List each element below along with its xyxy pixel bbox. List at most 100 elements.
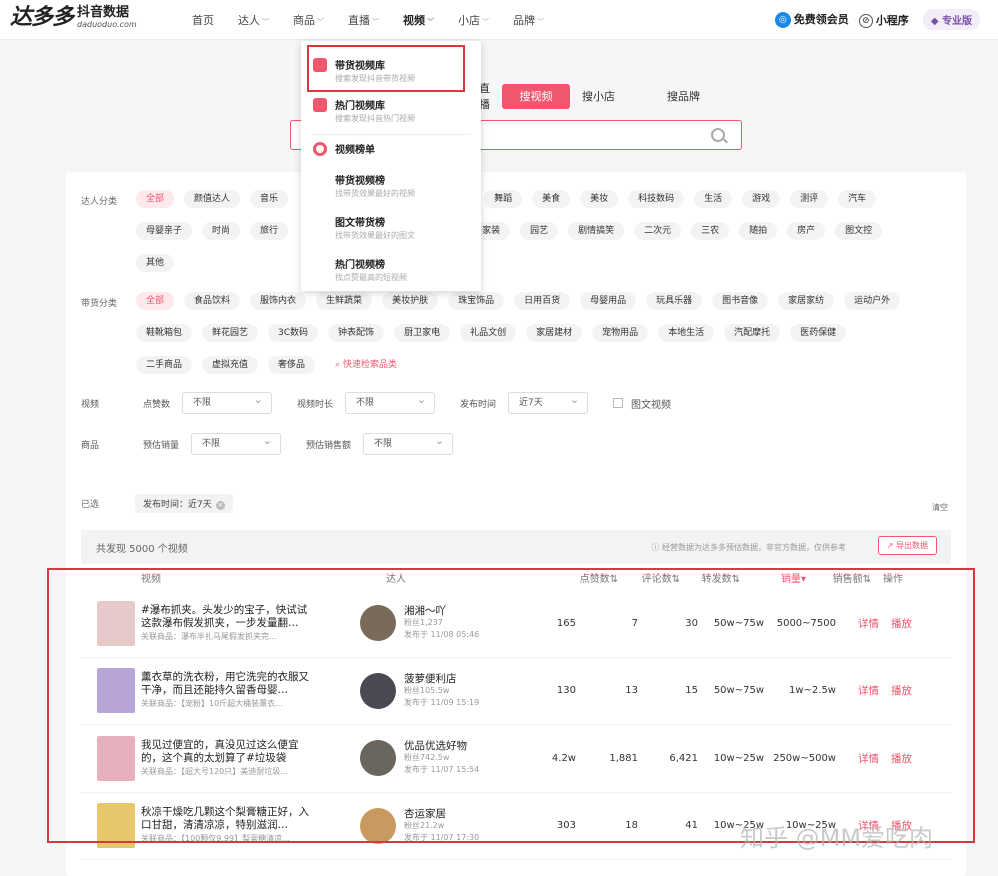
selected-chip[interactable]: 发布时间：近7天 × (135, 494, 233, 513)
nav-influencer[interactable]: 达人 ﹀ (238, 12, 269, 28)
link-icon: ⊘ (858, 13, 873, 28)
chevron-down-icon: ﹀ (537, 18, 544, 26)
category-tag[interactable]: 颜值达人 (184, 190, 241, 208)
nav-goods[interactable]: 商品 ﹀ (293, 12, 324, 28)
clear-filters-button[interactable]: 清空 (932, 502, 948, 513)
search-icon[interactable] (711, 128, 725, 142)
category-tag[interactable]: 家居家纺 (778, 292, 835, 310)
mini-program-link[interactable]: ⊘ 小程序 (858, 12, 909, 28)
goods-filter-row: 商品 预估销量 不限 预估销售额 不限 (81, 431, 478, 455)
chevron-down-icon: ﹀ (427, 18, 434, 26)
est-amount-select[interactable]: 不限 (363, 431, 454, 455)
category-tag[interactable]: 礼品文创 (460, 324, 517, 342)
medal-icon (313, 142, 327, 156)
category-tag[interactable]: 鲜花园艺 (202, 324, 259, 342)
category-tag[interactable]: 钟表配饰 (328, 324, 385, 342)
category-tag[interactable]: 图书音像 (712, 292, 769, 310)
annotation-box (307, 45, 465, 92)
tab-search-brand[interactable]: 搜品牌 (640, 88, 700, 104)
category-tag[interactable]: 服饰内衣 (250, 292, 307, 310)
tab-search-shop[interactable]: 搜小店 (582, 88, 640, 104)
quick-search-label: 快速检索品类 (342, 360, 397, 370)
goods-category-label: 带货分类 (81, 299, 118, 309)
category-tag[interactable]: 厨卫家电 (394, 324, 451, 342)
dropdown-item-title: 视频榜单 (335, 145, 375, 156)
category-tag[interactable]: 二手商品 (136, 356, 193, 374)
est-sales-select[interactable]: 不限 (191, 431, 282, 455)
free-member-link[interactable]: ◎ 免费领会员 (774, 11, 849, 28)
result-count: 共发现 5000 个视频 (96, 543, 188, 555)
likes-select[interactable]: 不限 (182, 390, 273, 414)
graphic-video-checkbox[interactable] (613, 398, 624, 408)
info-icon: ⓘ (651, 542, 660, 552)
tab-search-video[interactable]: 搜视频 (502, 83, 570, 109)
category-tag[interactable]: 房产 (787, 222, 826, 240)
category-tag[interactable]: 汽车 (838, 190, 877, 208)
category-tag[interactable]: 测评 (790, 190, 829, 208)
category-tag[interactable]: 美食 (532, 190, 571, 208)
nav-home[interactable]: 首页 (192, 12, 214, 28)
play-icon (313, 98, 327, 112)
category-tag[interactable]: 全部 (136, 292, 175, 310)
category-tag[interactable]: 生鲜蔬菜 (316, 292, 373, 310)
category-tag[interactable]: 随拍 (739, 222, 778, 240)
export-button[interactable]: ↗ 导出数据 (877, 536, 937, 555)
category-tag[interactable]: 剧情搞笑 (568, 222, 625, 240)
category-tag[interactable]: 日用百货 (514, 292, 571, 310)
category-tag[interactable]: 奢侈品 (268, 356, 316, 374)
category-tag[interactable]: 舞蹈 (484, 190, 523, 208)
category-tag[interactable]: 家居建材 (526, 324, 583, 342)
close-icon[interactable]: × (215, 501, 225, 510)
category-tag[interactable]: 二次元 (634, 222, 682, 240)
category-tag[interactable]: 全部 (136, 190, 175, 208)
category-tag[interactable]: 鞋靴箱包 (136, 324, 193, 342)
category-tag[interactable]: 美妆护肤 (382, 292, 439, 310)
pro-edition-badge[interactable]: ◆ 专业版 (922, 9, 980, 30)
dropdown-divider (311, 134, 471, 135)
duration-select[interactable]: 不限 (345, 390, 436, 414)
category-tag[interactable]: 母婴亲子 (136, 222, 193, 240)
category-tag[interactable]: 音乐 (250, 190, 289, 208)
publish-time-select[interactable]: 近7天 (508, 390, 589, 414)
dropdown-item[interactable]: 热门视频榜 找点赞最高的短视频 (301, 255, 481, 291)
dropdown-item-title: 热门视频榜 (335, 260, 385, 271)
nav-live[interactable]: 直播 ﹀ (348, 12, 379, 28)
logo[interactable]: 达多多 抖音数据 daduoduo.com (10, 5, 137, 31)
category-tag[interactable]: 宠物用品 (592, 324, 649, 342)
category-tag[interactable]: 汽配摩托 (724, 324, 781, 342)
dropdown-item[interactable]: 图文带货榜 找带货效果最好的图文 (301, 213, 481, 249)
diamond-icon: ◆ (930, 16, 939, 27)
nav-brand[interactable]: 品牌 ﹀ (513, 12, 544, 28)
category-tag[interactable]: 3C数码 (268, 324, 319, 342)
category-tag[interactable]: 三农 (691, 222, 730, 240)
nav-shop[interactable]: 小店 ﹀ (458, 12, 489, 28)
dropdown-item[interactable]: 热门视频库 搜索发现抖音热门视频 (301, 96, 481, 132)
dropdown-item-title: 带货视频榜 (335, 176, 385, 187)
category-tag[interactable]: 珠宝饰品 (448, 292, 505, 310)
main-nav: 首页 达人 ﹀ 商品 ﹀ 直播 ﹀ 视频 ﹀ 小店 ﹀ 品牌 ﹀ (192, 12, 568, 28)
quick-search-link[interactable]: ⌕ 快速检索品类 (325, 356, 407, 374)
category-tag[interactable]: 美妆 (580, 190, 619, 208)
category-tag[interactable]: 图文控 (835, 222, 883, 240)
category-tag[interactable]: 旅行 (250, 222, 289, 240)
category-tag[interactable]: 游戏 (742, 190, 781, 208)
chevron-down-icon: ﹀ (317, 18, 324, 26)
category-tag[interactable]: 本地生活 (658, 324, 715, 342)
category-tag[interactable]: 时尚 (202, 222, 241, 240)
category-tag[interactable]: 园艺 (520, 222, 559, 240)
category-tag[interactable]: 其他 (136, 254, 175, 272)
kol-category-tags: 全部颜值达人音乐艺术文化舞蹈美食美妆科技数码生活游戏测评汽车母婴亲子时尚旅行影视… (136, 190, 926, 286)
category-tag[interactable]: 生活 (694, 190, 733, 208)
category-tag[interactable]: 玩具乐器 (646, 292, 703, 310)
category-tag[interactable]: 食品饮料 (184, 292, 241, 310)
category-tag[interactable]: 医药保健 (790, 324, 847, 342)
category-tag[interactable]: 科技数码 (628, 190, 685, 208)
category-tag[interactable]: 虚拟充值 (202, 356, 259, 374)
nav-video[interactable]: 视频 ﹀ (403, 12, 434, 28)
chevron-down-icon: ﹀ (372, 18, 379, 26)
category-tag[interactable]: 母婴用品 (580, 292, 637, 310)
dropdown-item[interactable]: 带货视频榜 找带货效果最好的视频 (301, 171, 481, 207)
category-tag[interactable]: 运动户外 (844, 292, 901, 310)
search-icon: ⌕ (335, 360, 343, 370)
est-amount-label: 预估销售额 (306, 440, 352, 451)
